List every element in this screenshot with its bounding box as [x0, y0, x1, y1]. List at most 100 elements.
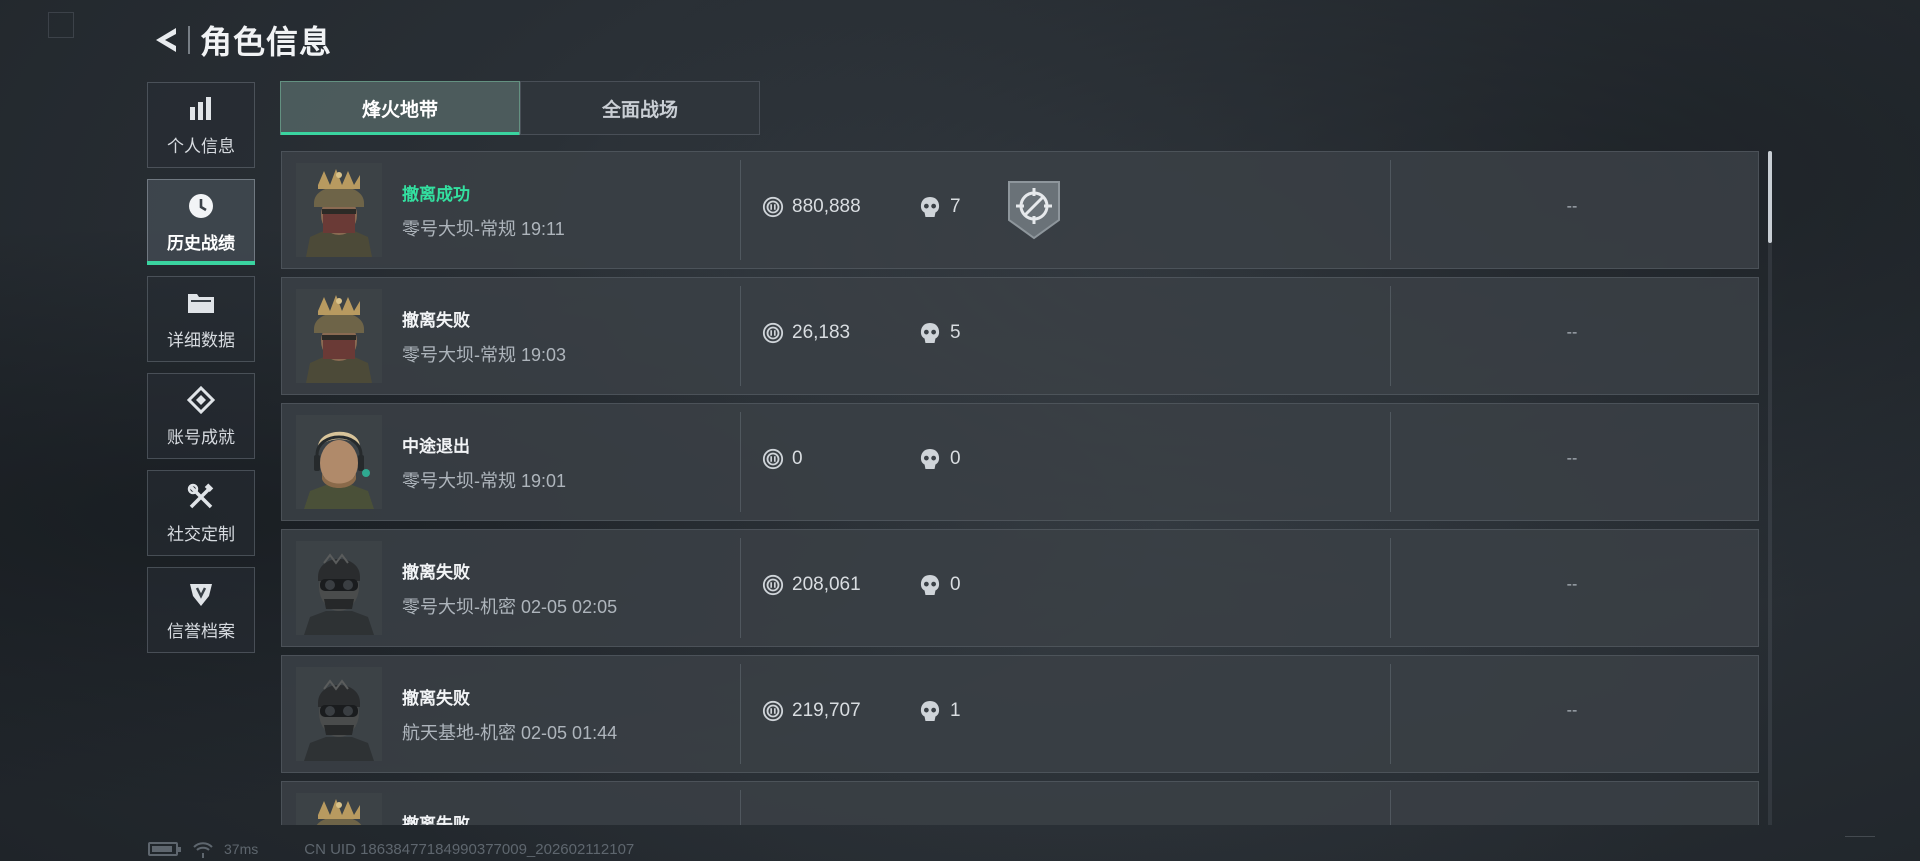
record-stats: 0 0: [762, 448, 961, 470]
map-name: 航天基地-机密: [402, 723, 516, 743]
column-divider: [740, 286, 741, 386]
kill-count: 0: [950, 574, 961, 595]
extra-value: --: [1566, 576, 1578, 593]
sidebar-item-label: 详细数据: [167, 330, 235, 350]
match-record-row[interactable]: 撤离失败 零号大坝-常规 19:03 26,183 5 --: [281, 277, 1759, 395]
extra-value: --: [1566, 450, 1578, 467]
list-scrollbar[interactable]: [1768, 151, 1772, 825]
record-info: 撤离失败 零号大坝-机密 02-05 02:05: [402, 558, 617, 619]
column-divider: [1390, 790, 1391, 825]
mode-tabs: 烽火地带 全面战场: [280, 81, 760, 135]
match-record-row[interactable]: 撤离失败: [281, 781, 1759, 825]
operator-avatar: [296, 793, 382, 825]
tools-icon: [186, 482, 216, 512]
status-footer: 37ms CN UID 18638477184990377009_2026021…: [148, 838, 634, 860]
record-stats: 26,183 5: [762, 322, 961, 344]
operator-avatar: [296, 289, 382, 383]
record-info: 撤离成功 零号大坝-常规 19:11: [402, 180, 565, 241]
skull-icon: [920, 196, 940, 218]
column-divider: [1390, 286, 1391, 386]
scrollbar-thumb[interactable]: [1768, 151, 1772, 243]
column-divider: [740, 160, 741, 260]
loot-value: 880,888: [792, 196, 861, 217]
wifi-icon: [193, 842, 213, 858]
record-stats: 208,061 0: [762, 574, 961, 596]
match-time: 19:03: [521, 345, 567, 365]
sidebar-item-social-custom[interactable]: 社交定制: [147, 470, 255, 556]
tab-warzone[interactable]: 烽火地带: [280, 81, 520, 135]
extra-value: --: [1566, 702, 1578, 719]
record-info: 中途退出 零号大坝-常规 19:01: [402, 432, 566, 493]
operator-avatar: [296, 667, 382, 761]
tab-full-battlefield[interactable]: 全面战场: [520, 81, 760, 135]
operator-avatar: [296, 541, 382, 635]
loot-value: 219,707: [792, 700, 861, 721]
back-arrow-icon: [156, 28, 176, 52]
column-divider: [740, 538, 741, 638]
coin-icon: [762, 448, 784, 470]
extraction-status: 撤离失败: [402, 563, 470, 582]
sidebar-item-detailed-data[interactable]: 详细数据: [147, 276, 255, 362]
column-divider: [1390, 412, 1391, 512]
sidebar-item-label: 信誉档案: [167, 621, 235, 641]
corner-frame-mark: [48, 12, 74, 38]
extra-value: --: [1566, 324, 1578, 341]
map-name: 零号大坝-机密: [402, 597, 516, 617]
column-divider: [740, 790, 741, 825]
map-and-time: 零号大坝-常规 19:03: [402, 341, 566, 367]
kill-count: 7: [950, 196, 961, 217]
record-info: 撤离失败 零号大坝-常规 19:03: [402, 306, 566, 367]
column-divider: [1390, 538, 1391, 638]
match-time: 02-05 01:44: [521, 723, 618, 743]
sidebar-item-match-history[interactable]: 历史战绩: [147, 179, 255, 265]
column-divider: [740, 664, 741, 764]
loot-value: 0: [792, 448, 803, 469]
crosshair-badge-icon: [1007, 180, 1061, 240]
page-title: 角色信息: [200, 24, 333, 60]
folder-icon: [186, 288, 216, 318]
operator-avatar: [296, 415, 382, 509]
sidebar-item-reputation[interactable]: 信誉档案: [147, 567, 255, 653]
match-record-row[interactable]: 撤离成功 零号大坝-常规 19:11 880,888 7 --: [281, 151, 1759, 269]
extraction-status: 撤离失败: [402, 311, 470, 330]
record-info: 撤离失败: [402, 810, 470, 825]
extraction-status: 撤离成功: [402, 185, 470, 204]
match-record-row[interactable]: 中途退出 零号大坝-常规 19:01 0 0 --: [281, 403, 1759, 521]
extraction-status: 中途退出: [402, 437, 470, 456]
skull-icon: [920, 574, 940, 596]
column-divider: [1390, 664, 1391, 764]
sidebar-item-label: 账号成就: [167, 427, 235, 447]
achievement-icon: [186, 385, 216, 415]
match-record-row[interactable]: 撤离失败 零号大坝-机密 02-05 02:05 208,061 0 --: [281, 529, 1759, 647]
bar-chart-icon: [186, 94, 216, 124]
operator-avatar: [296, 163, 382, 257]
map-name: 零号大坝-常规: [402, 471, 516, 491]
sidebar-item-achievements[interactable]: 账号成就: [147, 373, 255, 459]
kill-count: 5: [950, 322, 961, 343]
skull-icon: [920, 700, 940, 722]
back-button[interactable]: [148, 20, 184, 60]
match-history-list[interactable]: 撤离成功 零号大坝-常规 19:11 880,888 7 -- 撤离失败 零号大…: [281, 151, 1759, 825]
match-time: 19:01: [521, 471, 567, 491]
battery-icon: [148, 842, 181, 856]
map-name: 零号大坝-常规: [402, 219, 516, 239]
skull-icon: [920, 448, 940, 470]
map-and-time: 零号大坝-机密 02-05 02:05: [402, 593, 617, 619]
page-header: 角色信息: [148, 18, 332, 62]
coin-icon: [762, 574, 784, 596]
match-time: 19:11: [521, 219, 565, 239]
kill-count: 1: [950, 700, 961, 721]
record-stats: 880,888 7: [762, 196, 961, 218]
sidebar-item-label: 社交定制: [167, 524, 235, 544]
ping-value: 37ms: [224, 841, 259, 857]
skull-icon: [920, 322, 940, 344]
sidebar-item-label: 历史战绩: [167, 233, 235, 253]
sidebar-item-personal-info[interactable]: 个人信息: [147, 82, 255, 168]
map-and-time: 零号大坝-常规 19:01: [402, 467, 566, 493]
map-and-time: 航天基地-机密 02-05 01:44: [402, 719, 617, 745]
record-stats: 219,707 1: [762, 700, 961, 722]
match-record-row[interactable]: 撤离失败 航天基地-机密 02-05 01:44 219,707 1 --: [281, 655, 1759, 773]
corner-frame-mark: [1845, 836, 1875, 851]
extraction-status: 撤离失败: [402, 689, 470, 708]
extraction-status: 撤离失败: [402, 815, 470, 825]
